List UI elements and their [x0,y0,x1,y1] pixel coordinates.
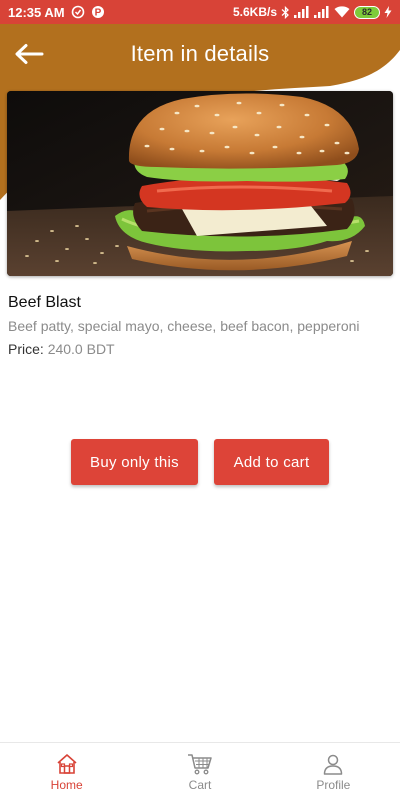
price-label: Price: [8,341,44,357]
item-name: Beef Blast [8,294,81,311]
charging-icon [384,6,392,18]
item-description: Beef patty, special mayo, cheese, beef b… [8,318,360,334]
svg-text:P: P [94,8,101,19]
price-row: Price: 240.0 BDT [8,341,392,357]
buy-only-this-button[interactable]: Buy only this [71,439,198,485]
nav-label-cart: Cart [188,777,212,792]
app-bar: Item in details [0,24,400,84]
nav-item-cart[interactable]: Cart [133,743,266,800]
battery-icon: 82 [354,5,380,19]
status-time: 12:35 AM [8,4,65,20]
bluetooth-icon [281,5,290,19]
profile-icon [324,754,343,775]
status-bar: 12:35 AM P 5.6KB/s 82 [0,0,400,24]
price-value: 240.0 BDT [47,341,115,357]
network-speed: 5.6KB/s [232,5,277,19]
nav-label-profile: Profile [316,777,351,792]
cart-icon [187,753,212,774]
signal-icon-2 [314,6,330,18]
item-image [7,91,393,276]
parking-app-icon: P [91,5,105,19]
data-saver-icon [71,5,85,19]
nav-label-home: Home [50,777,83,792]
home-icon [57,753,77,774]
nav-item-profile[interactable]: Profile [267,743,400,800]
item-details: Beef Blast Beef patty, special mayo, che… [8,294,392,357]
wifi-icon [334,6,350,18]
back-button[interactable] [12,38,46,70]
page-title: Item in details [130,41,270,66]
signal-icon-1 [294,6,310,18]
nav-item-home[interactable]: Home [0,743,133,800]
back-arrow-icon [15,44,44,64]
bottom-nav: Home Cart Profile [0,742,400,800]
action-buttons: Buy only this Add to cart [0,439,400,485]
add-to-cart-button[interactable]: Add to cart [214,439,329,485]
